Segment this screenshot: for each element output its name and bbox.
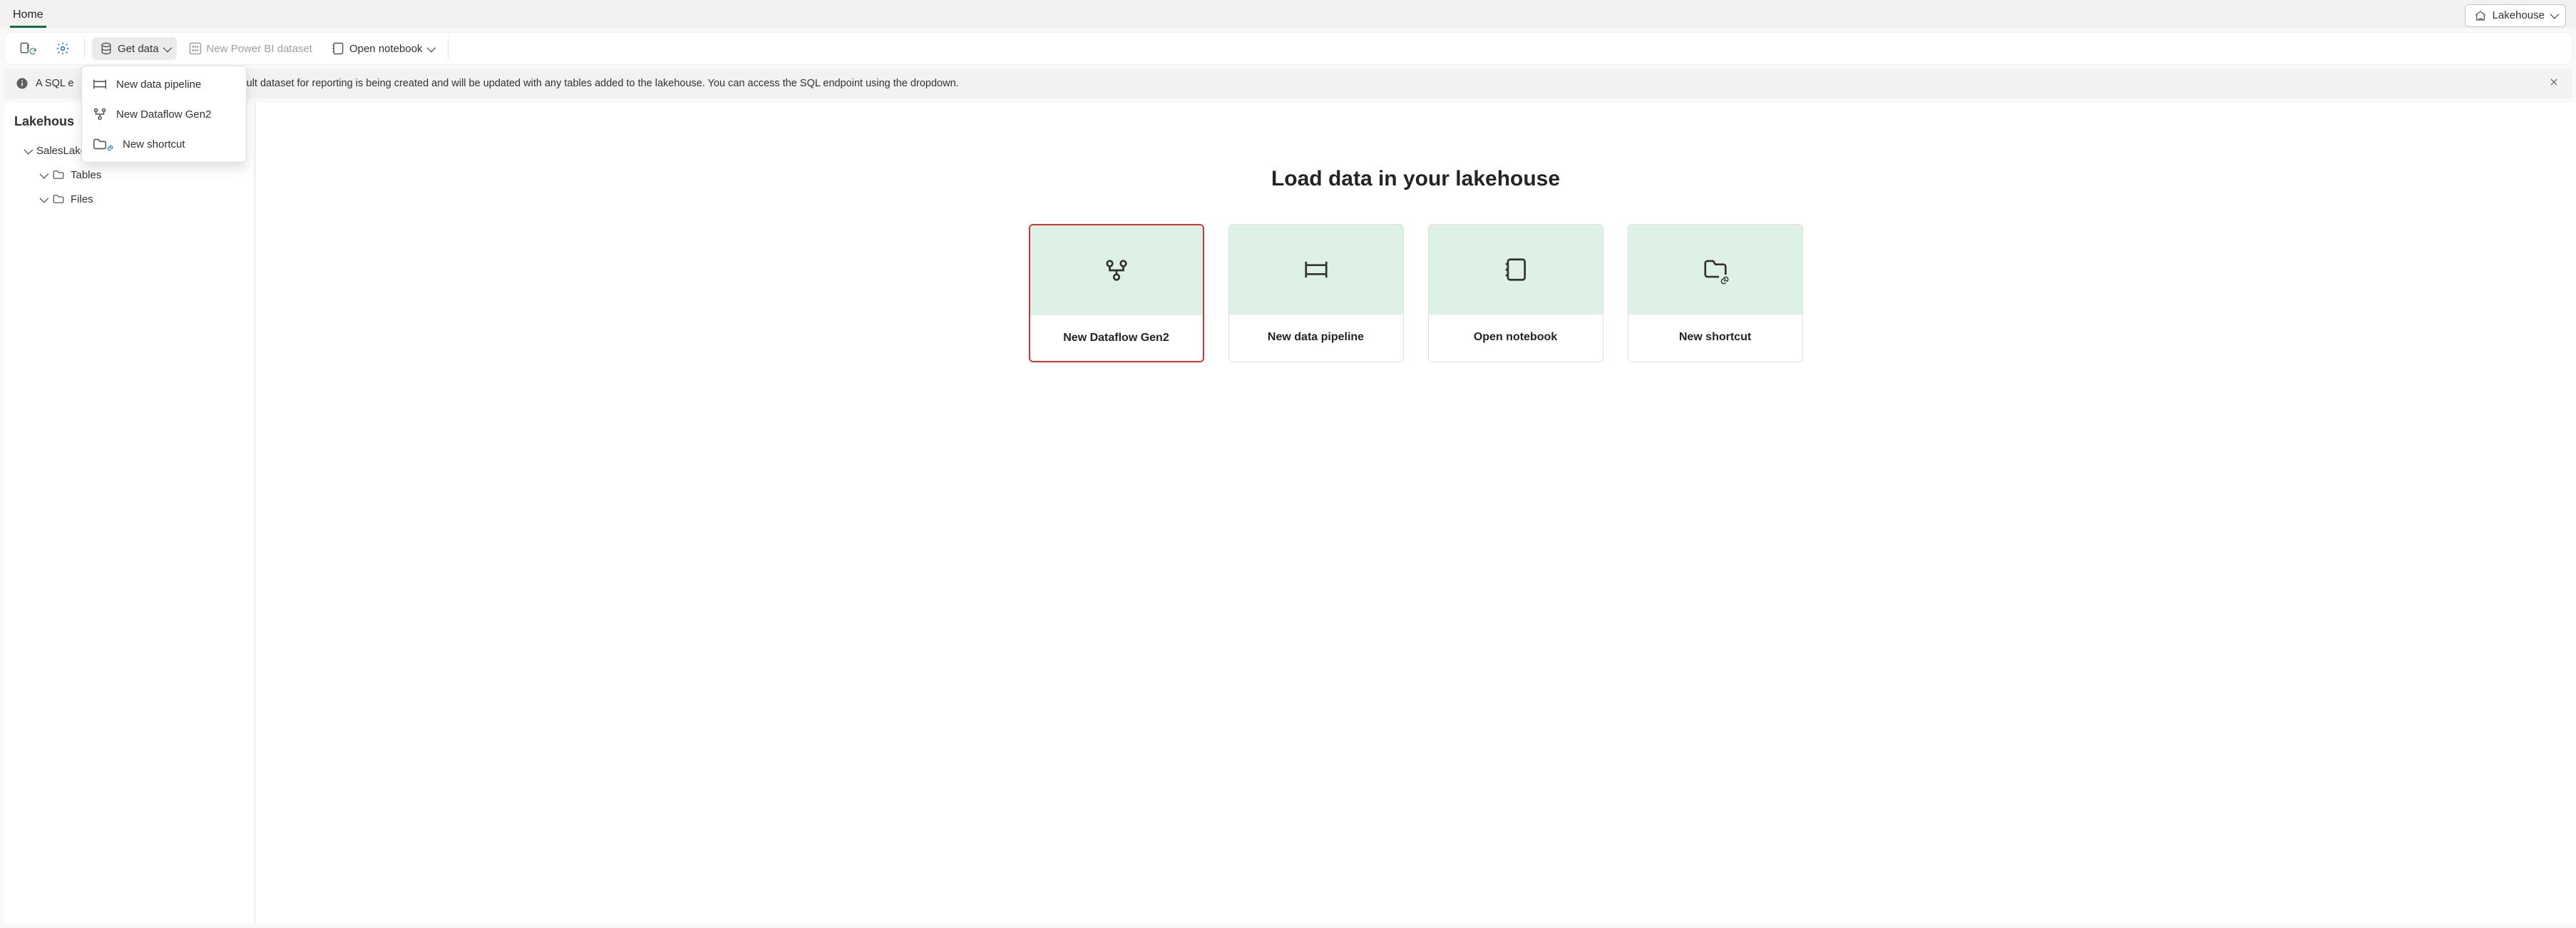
card-new-dataflow-gen2[interactable]: New Dataflow Gen2: [1029, 224, 1204, 362]
view-switch-label: Lakehouse: [2493, 9, 2545, 21]
settings-button[interactable]: [48, 37, 77, 60]
chevron-down-icon: [24, 145, 31, 157]
chevron-down-icon: [2550, 9, 2557, 21]
folder-icon: [52, 193, 65, 205]
info-text-prefix: A SQL e: [36, 78, 73, 89]
chevron-down-icon: [163, 43, 170, 55]
card-icon-area: [1030, 225, 1203, 315]
folder-icon: [52, 168, 65, 181]
top-tab-bar: Home Lakehouse: [0, 0, 2576, 29]
notebook-icon: [1502, 256, 1529, 283]
open-notebook-button[interactable]: Open notebook: [324, 37, 441, 60]
refresh-button[interactable]: [11, 37, 44, 60]
menu-item-label: New data pipeline: [116, 78, 201, 91]
info-icon: [16, 77, 29, 90]
card-icon-area: [1429, 225, 1603, 315]
tree-item-label: Files: [71, 193, 93, 205]
card-open-notebook[interactable]: Open notebook: [1428, 224, 1603, 362]
open-notebook-label: Open notebook: [349, 43, 423, 55]
tab-home[interactable]: Home: [10, 3, 46, 28]
menu-new-data-pipeline[interactable]: New data pipeline: [82, 69, 246, 99]
toolbar-separator: [84, 39, 85, 58]
new-bi-dataset-button: New Power BI dataset: [181, 37, 319, 60]
card-new-shortcut[interactable]: New shortcut: [1628, 224, 1803, 362]
toolbar: Get data New Power BI dataset Open noteb…: [4, 33, 2572, 64]
get-data-button[interactable]: Get data: [92, 37, 177, 60]
lakehouse-icon: [2474, 9, 2487, 22]
info-banner: A SQL e efault dataset for reporting is …: [4, 68, 2572, 98]
cards-row: New Dataflow Gen2 New data pipeline: [1029, 224, 1803, 362]
card-icon-area: [1229, 225, 1403, 315]
main-area: Load data in your lakehouse New Dataflow…: [255, 103, 2576, 924]
tree-files[interactable]: Files: [11, 187, 247, 211]
tree-item-label: Tables: [71, 169, 101, 181]
body: Lakehous SalesLakehouse Tables Files Loa…: [0, 103, 2576, 924]
menu-new-shortcut[interactable]: New shortcut: [82, 129, 246, 159]
card-label: New data pipeline: [1229, 315, 1403, 360]
chevron-down-icon: [40, 169, 46, 181]
menu-item-label: New shortcut: [123, 138, 185, 151]
pipeline-icon: [1303, 256, 1330, 283]
dataflow-icon: [1103, 257, 1130, 284]
card-label: Open notebook: [1429, 315, 1603, 360]
card-label: New Dataflow Gen2: [1030, 315, 1203, 361]
tree-tables[interactable]: Tables: [11, 163, 247, 187]
get-data-menu: New data pipeline New Dataflow Gen2 New …: [81, 66, 247, 163]
chevron-down-icon: [40, 193, 46, 205]
main-title: Load data in your lakehouse: [1271, 167, 1560, 191]
card-label: New shortcut: [1628, 315, 1802, 360]
lakehouse-explorer: Lakehous SalesLakehouse Tables Files: [4, 103, 255, 924]
shortcut-folder-icon: [1702, 255, 1729, 285]
card-new-data-pipeline[interactable]: New data pipeline: [1228, 224, 1404, 362]
close-banner-button[interactable]: [2546, 74, 2562, 93]
menu-new-dataflow-gen2[interactable]: New Dataflow Gen2: [82, 99, 246, 129]
card-icon-area: [1628, 225, 1802, 315]
view-switch[interactable]: Lakehouse: [2465, 4, 2566, 27]
new-bi-dataset-label: New Power BI dataset: [207, 43, 312, 55]
chevron-down-icon: [427, 43, 433, 55]
menu-item-label: New Dataflow Gen2: [116, 108, 211, 121]
get-data-label: Get data: [118, 43, 159, 55]
info-text: efault dataset for reporting is being cr…: [232, 78, 958, 89]
